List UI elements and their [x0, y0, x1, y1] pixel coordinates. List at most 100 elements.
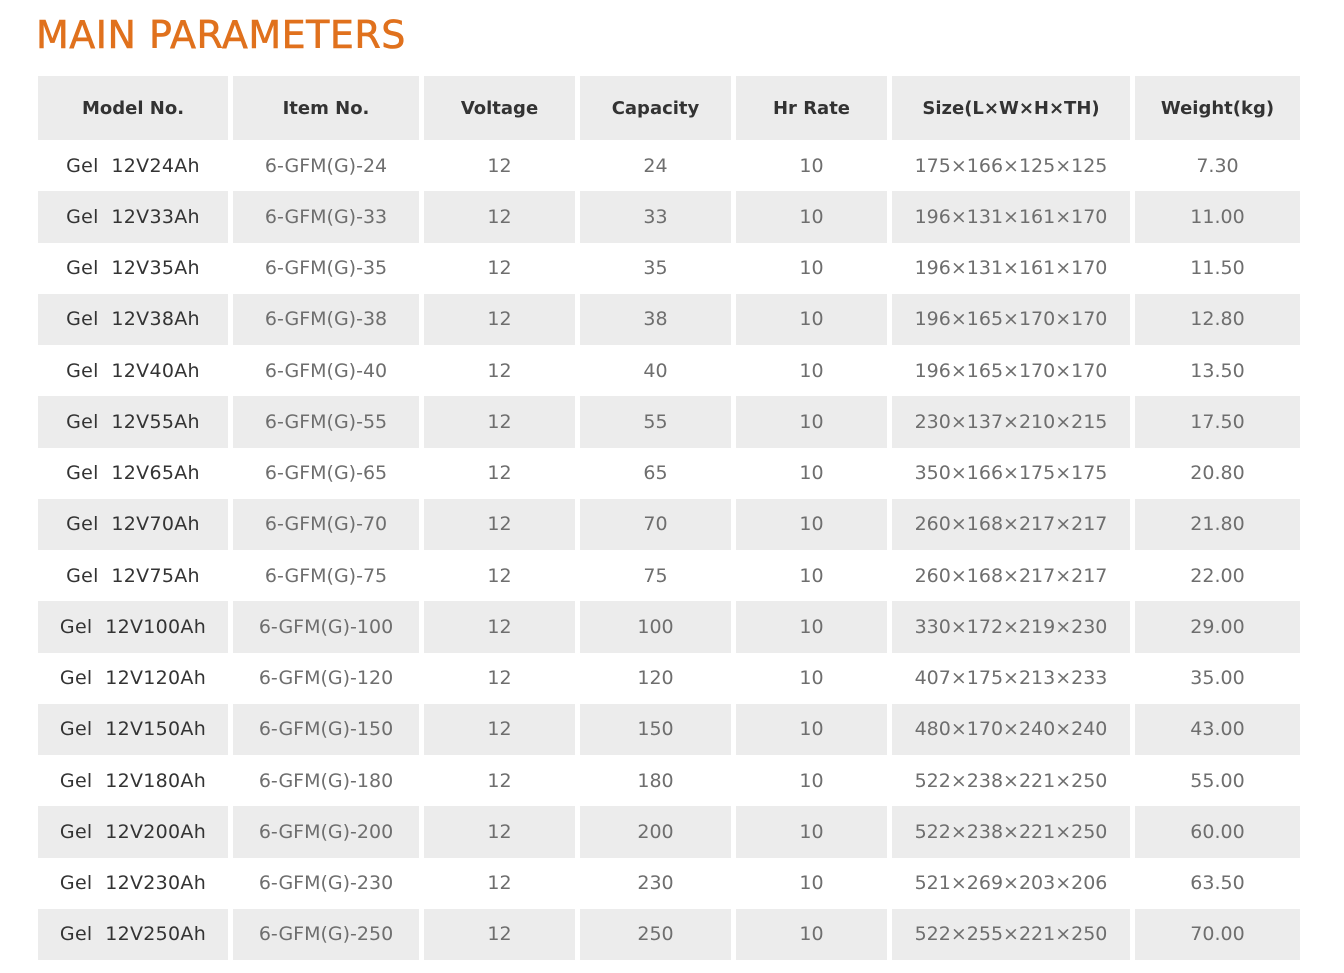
cell-weight: 55.00 [1135, 755, 1300, 807]
cell-hr-rate: 10 [736, 140, 887, 192]
table-row: Gel 12V33Ah 6-GFM(G)-33 12 33 10 196×131×161×… [38, 191, 1300, 243]
cell-weight: 7.30 [1135, 140, 1300, 192]
cell-size: 196×165×170×170 [892, 293, 1130, 345]
cell-size: 480×170×240×240 [892, 703, 1130, 755]
cell-size: 522×238×221×250 [892, 806, 1130, 858]
cell-capacity: 150 [580, 703, 731, 755]
cell-capacity: 75 [580, 550, 731, 602]
cell-item-no: 6-GFM(G)-250 [233, 908, 419, 960]
cell-size: 196×165×170×170 [892, 345, 1130, 397]
cell-capacity: 38 [580, 293, 731, 345]
header-hr-rate: Hr Rate [736, 76, 887, 140]
cell-voltage: 12 [424, 806, 575, 858]
cell-voltage: 12 [424, 396, 575, 448]
cell-item-no: 6-GFM(G)-200 [233, 806, 419, 858]
cell-capacity: 65 [580, 447, 731, 499]
cell-item-no: 6-GFM(G)-33 [233, 191, 419, 243]
table-row: Gel 12V38Ah 6-GFM(G)-38 12 38 10 196×165×170×… [38, 293, 1300, 345]
cell-size: 196×131×161×170 [892, 242, 1130, 294]
cell-voltage: 12 [424, 498, 575, 550]
cell-size: 350×166×175×175 [892, 447, 1130, 499]
cell-capacity: 180 [580, 755, 731, 807]
cell-item-no: 6-GFM(G)-100 [233, 601, 419, 653]
cell-capacity: 250 [580, 908, 731, 960]
cell-weight: 17.50 [1135, 396, 1300, 448]
header-weight: Weight(kg) [1135, 76, 1300, 140]
cell-item-no: 6-GFM(G)-70 [233, 498, 419, 550]
cell-voltage: 12 [424, 755, 575, 807]
cell-capacity: 24 [580, 140, 731, 192]
cell-hr-rate: 10 [736, 447, 887, 499]
cell-model-no: Gel 12V35Ah [38, 242, 228, 294]
cell-voltage: 12 [424, 908, 575, 960]
table-row: Gel 12V180Ah 6-GFM(G)-180 12 180 10 522×238×2… [38, 755, 1300, 807]
cell-weight: 12.80 [1135, 293, 1300, 345]
cell-size: 330×172×219×230 [892, 601, 1130, 653]
cell-hr-rate: 10 [736, 396, 887, 448]
cell-hr-rate: 10 [736, 498, 887, 550]
header-size: Size(L×W×H×TH) [892, 76, 1130, 140]
cell-weight: 60.00 [1135, 806, 1300, 858]
page-title: MAIN PARAMETERS [36, 13, 406, 58]
cell-capacity: 40 [580, 345, 731, 397]
header-voltage: Voltage [424, 76, 575, 140]
cell-capacity: 55 [580, 396, 731, 448]
cell-item-no: 6-GFM(G)-55 [233, 396, 419, 448]
cell-voltage: 12 [424, 857, 575, 909]
table-row: Gel 12V200Ah 6-GFM(G)-200 12 200 10 522×238×2… [38, 806, 1300, 858]
cell-size: 522×255×221×250 [892, 908, 1130, 960]
cell-hr-rate: 10 [736, 242, 887, 294]
cell-voltage: 12 [424, 601, 575, 653]
cell-model-no: Gel 12V230Ah [38, 857, 228, 909]
cell-size: 407×175×213×233 [892, 652, 1130, 704]
cell-voltage: 12 [424, 293, 575, 345]
cell-weight: 43.00 [1135, 703, 1300, 755]
table-row: Gel 12V55Ah 6-GFM(G)-55 12 55 10 230×137×210×… [38, 396, 1300, 448]
cell-weight: 11.50 [1135, 242, 1300, 294]
cell-item-no: 6-GFM(G)-75 [233, 550, 419, 602]
header-capacity: Capacity [580, 76, 731, 140]
cell-capacity: 230 [580, 857, 731, 909]
cell-item-no: 6-GFM(G)-65 [233, 447, 419, 499]
cell-item-no: 6-GFM(G)-35 [233, 242, 419, 294]
cell-weight: 22.00 [1135, 550, 1300, 602]
cell-hr-rate: 10 [736, 293, 887, 345]
cell-size: 521×269×203×206 [892, 857, 1130, 909]
cell-hr-rate: 10 [736, 601, 887, 653]
cell-item-no: 6-GFM(G)-230 [233, 857, 419, 909]
cell-capacity: 120 [580, 652, 731, 704]
cell-voltage: 12 [424, 191, 575, 243]
cell-model-no: Gel 12V180Ah [38, 755, 228, 807]
cell-model-no: Gel 12V65Ah [38, 447, 228, 499]
cell-model-no: Gel 12V150Ah [38, 703, 228, 755]
cell-voltage: 12 [424, 242, 575, 294]
cell-size: 260×168×217×217 [892, 498, 1130, 550]
cell-hr-rate: 10 [736, 857, 887, 909]
cell-hr-rate: 10 [736, 550, 887, 602]
cell-hr-rate: 10 [736, 652, 887, 704]
cell-hr-rate: 10 [736, 345, 887, 397]
cell-weight: 13.50 [1135, 345, 1300, 397]
cell-size: 260×168×217×217 [892, 550, 1130, 602]
table-row: Gel 12V35Ah 6-GFM(G)-35 12 35 10 196×131×161×… [38, 242, 1300, 294]
cell-voltage: 12 [424, 345, 575, 397]
cell-weight: 35.00 [1135, 652, 1300, 704]
table-header: Model No. Item No. Voltage Capacity Hr R… [38, 76, 1300, 140]
cell-item-no: 6-GFM(G)-150 [233, 703, 419, 755]
cell-item-no: 6-GFM(G)-40 [233, 345, 419, 397]
header-item-no: Item No. [233, 76, 419, 140]
table-row: Gel 12V120Ah 6-GFM(G)-120 12 120 10 407×175×2… [38, 652, 1300, 704]
cell-voltage: 12 [424, 703, 575, 755]
cell-capacity: 33 [580, 191, 731, 243]
cell-voltage: 12 [424, 447, 575, 499]
cell-weight: 11.00 [1135, 191, 1300, 243]
cell-model-no: Gel 12V24Ah [38, 140, 228, 192]
cell-model-no: Gel 12V200Ah [38, 806, 228, 858]
cell-model-no: Gel 12V120Ah [38, 652, 228, 704]
table-row: Gel 12V100Ah 6-GFM(G)-100 12 100 10 330×172×2… [38, 601, 1300, 653]
cell-model-no: Gel 12V250Ah [38, 908, 228, 960]
cell-model-no: Gel 12V70Ah [38, 498, 228, 550]
table-row: Gel 12V75Ah 6-GFM(G)-75 12 75 10 260×168×217×… [38, 550, 1300, 602]
cell-item-no: 6-GFM(G)-24 [233, 140, 419, 192]
cell-model-no: Gel 12V38Ah [38, 293, 228, 345]
